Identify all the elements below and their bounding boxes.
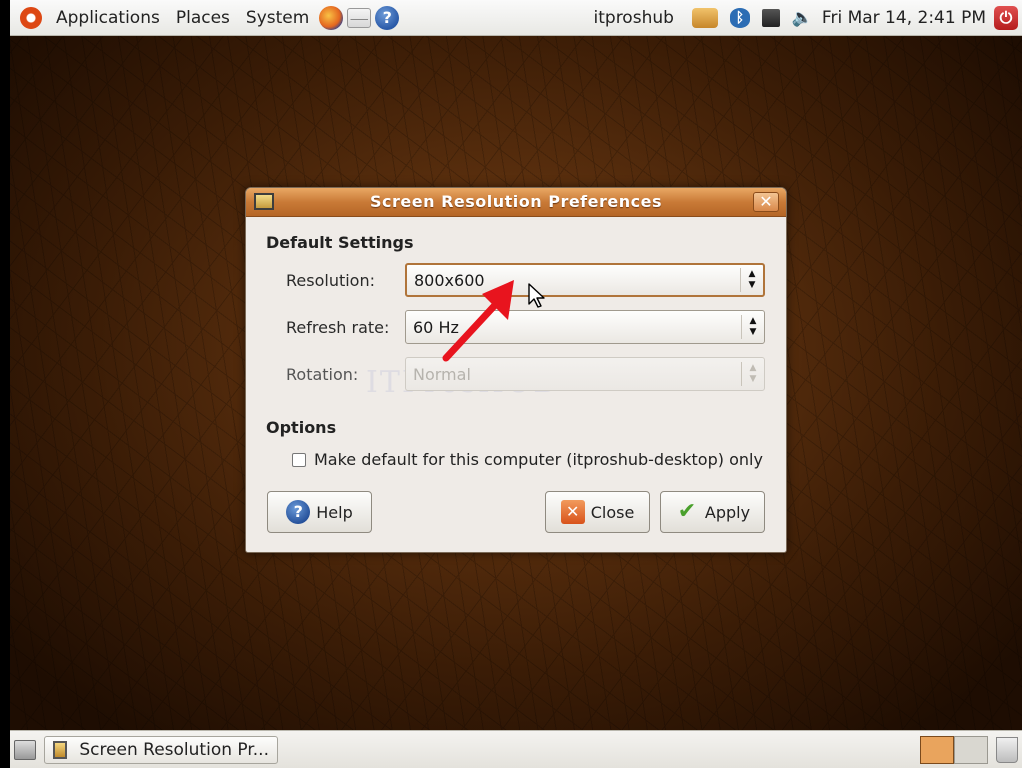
power-icon[interactable]: ⏻ bbox=[994, 5, 1018, 30]
volume-icon[interactable]: 🔈 bbox=[792, 8, 813, 28]
refresh-rate-label: Refresh rate: bbox=[286, 318, 390, 337]
options-heading: Options bbox=[266, 418, 337, 437]
rotation-combo: Normal ▲ ▼ bbox=[405, 357, 765, 391]
workspace-2[interactable] bbox=[954, 735, 988, 764]
workspace-1[interactable] bbox=[920, 735, 954, 764]
combo-arrows-icon: ▲ ▼ bbox=[741, 362, 764, 386]
bottom-panel: Screen Resolution Pr... bbox=[10, 730, 1022, 768]
help-icon[interactable]: ? bbox=[375, 5, 400, 30]
checkmark-icon: ✔ bbox=[677, 499, 697, 524]
make-default-checkbox[interactable] bbox=[292, 453, 306, 467]
screen-resolution-dialog: Screen Resolution Preferences ✕ ITProsHU… bbox=[245, 187, 787, 553]
rotation-value: Normal bbox=[413, 364, 471, 384]
update-notifier-icon[interactable] bbox=[691, 7, 718, 28]
network-icon[interactable] bbox=[761, 8, 780, 27]
apply-button-label: Apply bbox=[704, 502, 751, 522]
top-panel: Applications Places System ? itproshub ᛒ… bbox=[10, 0, 1022, 36]
dialog-title: Screen Resolution Preferences bbox=[370, 192, 662, 211]
refresh-rate-value: 60 Hz bbox=[413, 317, 459, 337]
resolution-label: Resolution: bbox=[286, 271, 375, 290]
help-button-label: Help bbox=[316, 502, 353, 522]
close-icon: ✕ bbox=[560, 500, 585, 524]
close-button-label: Close bbox=[590, 502, 635, 522]
resolution-value: 800x600 bbox=[414, 270, 485, 290]
dialog-titlebar[interactable]: Screen Resolution Preferences ✕ bbox=[246, 188, 786, 217]
close-window-button[interactable]: ✕ bbox=[753, 192, 779, 212]
default-settings-heading: Default Settings bbox=[266, 233, 414, 252]
rotation-label: Rotation: bbox=[286, 365, 359, 384]
help-button[interactable]: ? Help bbox=[267, 491, 372, 533]
menu-system[interactable]: System bbox=[238, 8, 317, 28]
ubuntu-logo-icon[interactable] bbox=[20, 6, 42, 29]
menu-applications[interactable]: Applications bbox=[48, 8, 168, 28]
user-switcher[interactable]: itproshub bbox=[594, 8, 674, 28]
menu-places[interactable]: Places bbox=[168, 8, 238, 28]
close-button[interactable]: ✕ Close bbox=[545, 491, 650, 533]
combo-arrows-icon: ▲ ▼ bbox=[741, 315, 764, 339]
mail-icon[interactable] bbox=[347, 7, 372, 28]
bluetooth-icon[interactable]: ᛒ bbox=[729, 7, 750, 28]
trash-icon[interactable] bbox=[996, 736, 1018, 763]
refresh-rate-combo[interactable]: 60 Hz ▲ ▼ bbox=[405, 310, 765, 344]
resolution-combo[interactable]: 800x600 ▲ ▼ bbox=[405, 263, 765, 297]
clock[interactable]: Fri Mar 14, 2:41 PM bbox=[822, 8, 986, 28]
display-icon bbox=[53, 740, 68, 759]
firefox-icon[interactable] bbox=[319, 5, 344, 30]
taskbar-screen-resolution[interactable]: Screen Resolution Pr... bbox=[44, 735, 278, 764]
show-desktop-icon[interactable] bbox=[14, 739, 36, 760]
combo-arrows-icon: ▲ ▼ bbox=[740, 268, 763, 292]
make-default-label[interactable]: Make default for this computer (itproshu… bbox=[314, 450, 763, 469]
help-icon: ? bbox=[286, 500, 311, 524]
apply-button[interactable]: ✔ Apply bbox=[660, 491, 765, 533]
taskbar-button-label: Screen Resolution Pr... bbox=[79, 739, 269, 760]
